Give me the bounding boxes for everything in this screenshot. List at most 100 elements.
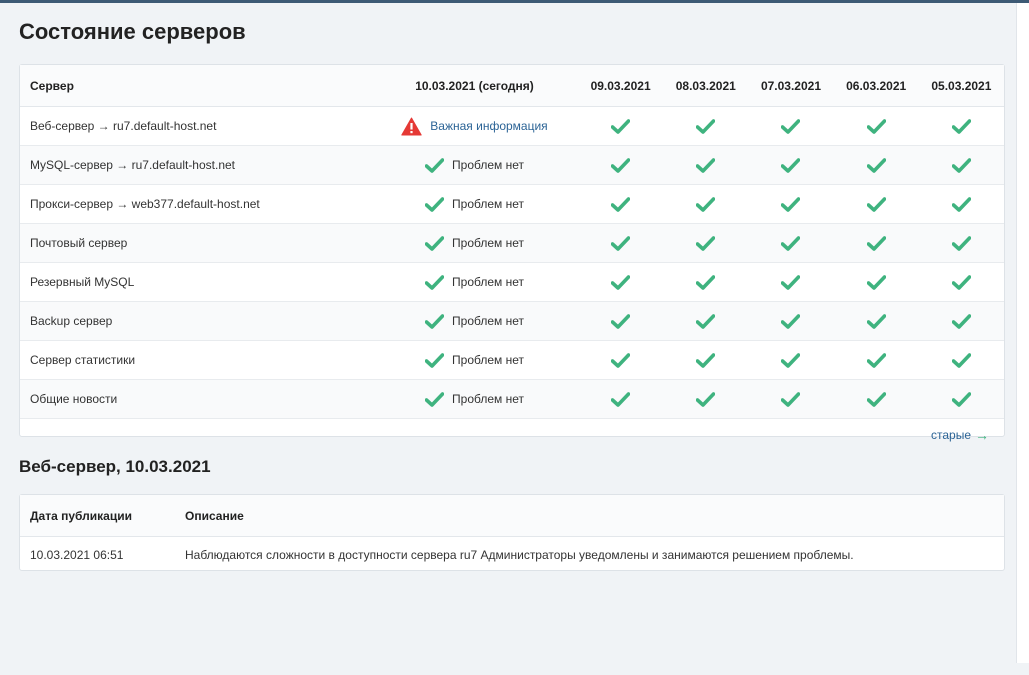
news-table: Дата публикации Описание 10.03.2021 06:5… (20, 495, 1004, 573)
today-status-cell: Проблем нет (371, 145, 578, 185)
check-icon (696, 196, 716, 212)
table-row: Веб-сервер → ru7.default-host.net Важная … (20, 106, 1004, 146)
history-status-cell (918, 223, 1004, 263)
check-icon (951, 196, 971, 212)
check-icon (866, 235, 886, 251)
check-icon (425, 196, 445, 212)
check-icon (611, 391, 631, 407)
server-name: Прокси-сервер → web377.default-host.net (20, 184, 371, 224)
server-name: Веб-сервер → ru7.default-host.net (20, 106, 371, 146)
page-title: Состояние серверов (19, 19, 246, 44)
status-text: Проблем нет (452, 391, 524, 406)
check-icon (696, 157, 716, 173)
check-icon (951, 235, 971, 251)
check-icon (611, 157, 631, 173)
history-status-cell (833, 145, 919, 185)
history-status-cell (833, 106, 919, 146)
header-date: 05.03.2021 (918, 65, 1004, 107)
check-icon (951, 313, 971, 329)
status-text: Проблем нет (452, 274, 524, 289)
table-row: Прокси-сервер → web377.default-host.net П… (20, 184, 1004, 224)
history-status-cell (578, 379, 664, 419)
history-status-cell (663, 145, 749, 185)
history-status-cell (833, 223, 919, 263)
check-icon (611, 235, 631, 251)
check-icon (951, 118, 971, 134)
important-info-link[interactable]: Важная информация (430, 119, 547, 133)
check-icon (781, 235, 801, 251)
news-header-row: Дата публикации Описание (20, 495, 1004, 537)
history-status-cell (748, 106, 834, 146)
check-icon (866, 196, 886, 212)
table-row: Backup сервер Проблем нет (20, 301, 1004, 341)
check-icon (611, 118, 631, 134)
check-icon (951, 274, 971, 290)
check-icon (781, 118, 801, 134)
history-status-cell (578, 145, 664, 185)
header-date: 08.03.2021 (663, 65, 749, 107)
check-icon (781, 274, 801, 290)
check-icon (425, 391, 445, 407)
check-icon (781, 391, 801, 407)
server-name: Backup сервер (20, 301, 371, 341)
top-bar (0, 0, 1029, 3)
history-status-cell (748, 184, 834, 224)
table-row: Почтовый сервер Проблем нет (20, 223, 1004, 263)
header-today: 10.03.2021 (сегодня) (371, 65, 578, 107)
history-status-cell (748, 145, 834, 185)
history-status-cell (833, 379, 919, 419)
status-footer: старые → (20, 419, 1004, 454)
check-icon (611, 313, 631, 329)
history-status-cell (833, 262, 919, 302)
status-text: Проблем нет (452, 157, 524, 172)
today-status-cell: Проблем нет (371, 340, 578, 380)
status-table-body: Веб-сервер → ru7.default-host.net Важная … (20, 106, 1004, 419)
server-name: Сервер статистики (20, 340, 371, 380)
today-status-cell: Проблем нет (371, 379, 578, 419)
history-status-cell (663, 262, 749, 302)
check-icon (611, 196, 631, 212)
check-icon (866, 118, 886, 134)
history-status-cell (663, 106, 749, 146)
check-icon (425, 313, 445, 329)
server-name: MySQL-сервер → ru7.default-host.net (20, 145, 371, 185)
check-icon (951, 157, 971, 173)
check-icon (696, 274, 716, 290)
older-link[interactable]: старые → (931, 427, 989, 443)
history-status-cell (918, 340, 1004, 380)
history-status-cell (663, 301, 749, 341)
check-icon (951, 352, 971, 368)
today-status-cell: Проблем нет (371, 184, 578, 224)
check-icon (425, 235, 445, 251)
history-status-cell (663, 340, 749, 380)
history-status-cell (578, 106, 664, 146)
history-status-cell (918, 106, 1004, 146)
warning-icon (401, 117, 422, 136)
news-date: 10.03.2021 06:51 (30, 548, 124, 562)
check-icon (696, 313, 716, 329)
history-status-cell (748, 223, 834, 263)
header-date: 09.03.2021 (578, 65, 664, 107)
older-link-label: старые (930, 428, 971, 442)
check-icon (866, 352, 886, 368)
news-card: Дата публикации Описание 10.03.2021 06:5… (19, 494, 1005, 571)
history-status-cell (578, 184, 664, 224)
news-description: Наблюдаются сложности в доступности серв… (185, 548, 854, 562)
history-status-cell (578, 262, 664, 302)
check-icon (781, 196, 801, 212)
check-icon (781, 313, 801, 329)
server-status-table: Сервер 10.03.2021 (сегодня) 09.03.2021 0… (20, 65, 1004, 419)
history-status-cell (663, 184, 749, 224)
table-row: Сервер статистики Проблем нет (20, 340, 1004, 380)
table-row: MySQL-сервер → ru7.default-host.net Пробл… (20, 145, 1004, 185)
check-icon (781, 352, 801, 368)
check-icon (866, 157, 886, 173)
header-date: 06.03.2021 (833, 65, 919, 107)
check-icon (781, 157, 801, 173)
history-status-cell (918, 379, 1004, 419)
right-scroll-edge (1016, 3, 1029, 663)
check-icon (425, 157, 445, 173)
header-server: Сервер (20, 65, 371, 107)
check-icon (866, 274, 886, 290)
history-status-cell (578, 301, 664, 341)
